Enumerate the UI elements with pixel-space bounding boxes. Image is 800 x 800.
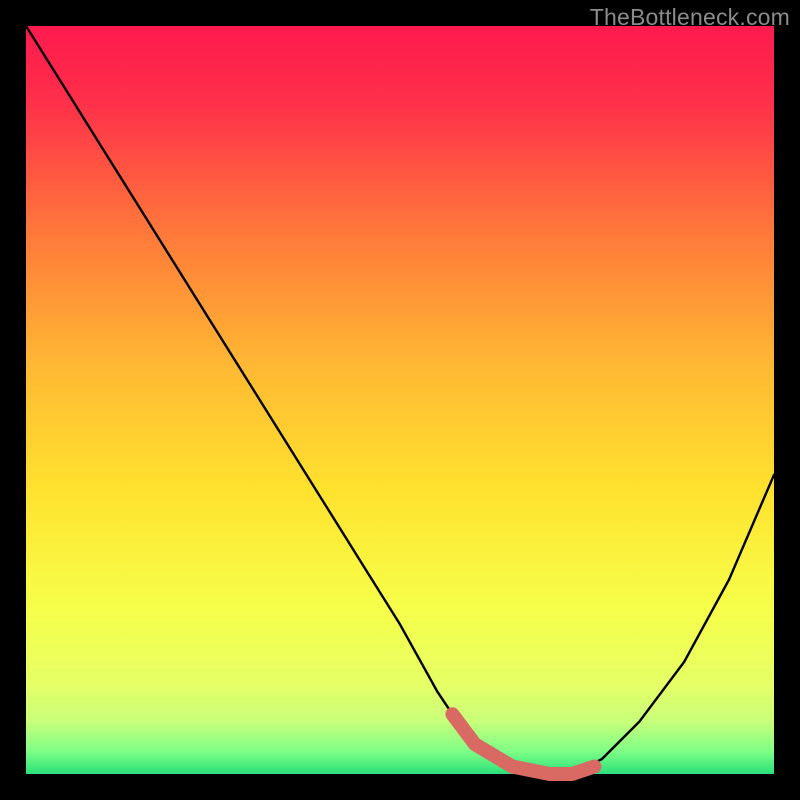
plot-background	[26, 26, 774, 774]
watermark-text: TheBottleneck.com	[590, 4, 790, 31]
chart-frame: TheBottleneck.com	[0, 0, 800, 800]
chart-svg	[0, 0, 800, 800]
